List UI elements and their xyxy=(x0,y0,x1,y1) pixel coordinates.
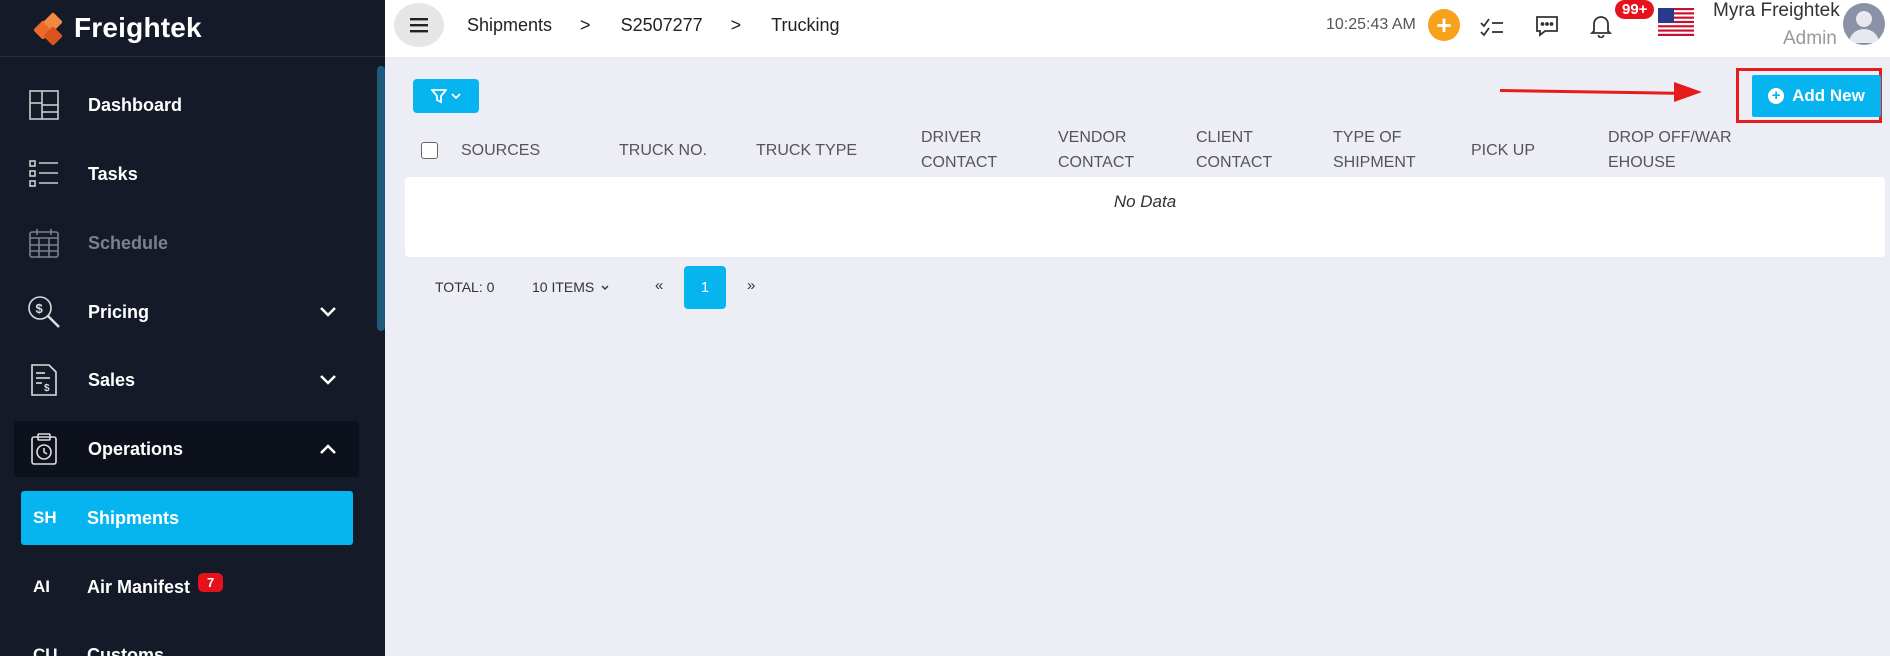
total-count: TOTAL: 0 xyxy=(435,279,495,295)
subitem-abbr: CU xyxy=(33,645,58,656)
table-body: No Data xyxy=(405,177,1885,257)
count-badge: 7 xyxy=(198,572,224,592)
column-header[interactable]: DRIVER CONTACT xyxy=(921,125,1016,175)
top-bar: Shipments > S2507277 > Trucking 10:25:43… xyxy=(385,0,1890,57)
avatar[interactable] xyxy=(1843,3,1885,45)
next-page-button[interactable]: » xyxy=(747,277,755,294)
items-per-page-value: 10 ITEMS xyxy=(532,279,595,295)
breadcrumb-shipments[interactable]: Shipments xyxy=(467,15,552,36)
bell-icon[interactable] xyxy=(1587,12,1615,40)
pricing-search-icon: $ xyxy=(26,294,62,330)
column-header[interactable]: CLIENT CONTACT xyxy=(1196,125,1291,175)
annotation-arrow-line xyxy=(1499,89,1691,95)
clock: 10:25:43 AM xyxy=(1326,16,1416,33)
user-name: Myra Freightek xyxy=(1713,0,1840,21)
notification-badge: 99+ xyxy=(1615,0,1655,19)
quick-add-button[interactable]: + xyxy=(1428,9,1460,41)
column-header[interactable]: SOURCES xyxy=(461,125,540,175)
column-header[interactable]: TYPE OF SHIPMENT xyxy=(1333,125,1443,175)
sidebar-item-sales[interactable]: $ Sales xyxy=(14,352,359,408)
sidebar-item-operations[interactable]: Operations xyxy=(14,421,359,477)
invoice-icon: $ xyxy=(26,362,62,398)
app-logo[interactable]: Freightek xyxy=(0,0,385,57)
column-header[interactable]: TRUCK TYPE xyxy=(756,125,857,175)
sidebar-item-label: Sales xyxy=(88,369,136,390)
plus-circle-icon: + xyxy=(1768,88,1785,104)
subitem-label: Air Manifest xyxy=(87,576,191,597)
items-per-page-select[interactable]: 10 ITEMS xyxy=(532,279,609,295)
column-header[interactable]: DROP OFF/WAREHOUSE xyxy=(1608,125,1733,175)
table-header: SOURCES TRUCK NO. TRUCK TYPE DRIVER CONT… xyxy=(405,125,1885,175)
add-new-label: Add New xyxy=(1792,86,1865,105)
hamburger-menu-button[interactable] xyxy=(394,3,444,47)
sidebar-subitem-air-manifest[interactable]: AI Air Manifest 7 xyxy=(21,560,353,614)
sidebar-subitem-customs[interactable]: CU Customs xyxy=(21,628,353,656)
chevron-down-icon xyxy=(451,93,461,100)
chat-icon[interactable] xyxy=(1533,12,1561,40)
subitem-abbr: SH xyxy=(33,508,57,527)
calendar-icon xyxy=(26,225,62,261)
sidebar-item-label: Tasks xyxy=(88,163,138,184)
sidebar: Freightek Dashboard Tasks Schedule $ Pri… xyxy=(0,0,385,656)
column-header[interactable]: TRUCK NO. xyxy=(619,125,707,175)
svg-text:$: $ xyxy=(44,383,50,394)
sidebar-item-pricing[interactable]: $ Pricing xyxy=(14,284,359,340)
sidebar-item-label: Operations xyxy=(88,438,184,459)
subitem-label: Customs xyxy=(87,644,165,656)
subitem-abbr: AI xyxy=(33,577,50,596)
add-new-button[interactable]: + Add New xyxy=(1752,75,1881,117)
sidebar-item-schedule[interactable]: Schedule xyxy=(14,215,359,271)
filter-dropdown-button[interactable] xyxy=(413,79,479,113)
app-name: Freightek xyxy=(74,12,202,43)
breadcrumb-shipment-id[interactable]: S2507277 xyxy=(621,15,703,36)
sidebar-item-dashboard[interactable]: Dashboard xyxy=(14,77,359,133)
filter-icon xyxy=(431,89,447,104)
dashboard-icon xyxy=(26,87,62,123)
sidebar-item-label: Pricing xyxy=(88,301,150,322)
chevron-down-icon xyxy=(319,302,337,323)
annotation-arrow-head xyxy=(1674,82,1702,102)
chevron-down-icon xyxy=(319,370,337,391)
select-all-checkbox[interactable] xyxy=(421,142,438,159)
checklist-icon[interactable] xyxy=(1478,12,1506,40)
clipboard-clock-icon xyxy=(26,431,62,467)
sidebar-item-tasks[interactable]: Tasks xyxy=(14,146,359,202)
sidebar-scrollbar[interactable] xyxy=(377,66,385,331)
logo-mark-icon xyxy=(32,12,68,46)
prev-page-button[interactable]: « xyxy=(655,277,663,294)
task-list-icon xyxy=(26,156,62,192)
breadcrumb: Shipments > S2507277 > Trucking xyxy=(467,15,840,36)
user-role: Admin xyxy=(1783,28,1837,49)
sidebar-subitem-shipments[interactable]: SH Shipments xyxy=(21,491,353,545)
subitem-label: Shipments xyxy=(87,507,180,528)
svg-text:$: $ xyxy=(36,301,44,316)
column-header[interactable]: VENDOR CONTACT xyxy=(1058,125,1153,175)
hamburger-icon xyxy=(410,18,428,33)
page-number-button[interactable]: 1 xyxy=(684,266,726,309)
breadcrumb-separator: > xyxy=(730,15,742,35)
chevron-up-icon xyxy=(319,439,337,460)
empty-state-text: No Data xyxy=(1113,192,1177,211)
sidebar-item-label: Schedule xyxy=(88,232,169,253)
breadcrumb-separator: > xyxy=(580,15,591,35)
sidebar-item-label: Dashboard xyxy=(88,94,183,115)
breadcrumb-trucking: Trucking xyxy=(771,15,840,35)
us-flag-icon[interactable] xyxy=(1658,8,1694,36)
chevron-down-icon xyxy=(601,285,609,291)
column-header[interactable]: PICK UP xyxy=(1471,125,1535,175)
